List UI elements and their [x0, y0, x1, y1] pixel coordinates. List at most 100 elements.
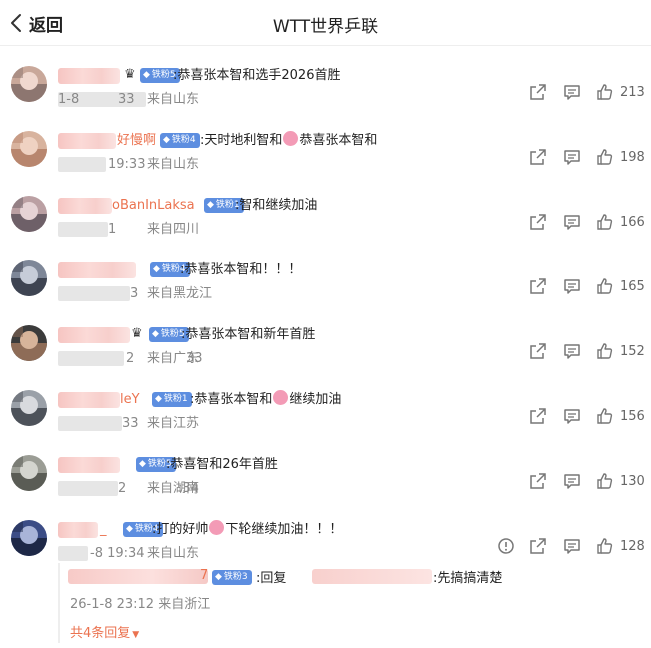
comment-location: 来自湖南: [147, 481, 200, 496]
avatar[interactable]: [11, 455, 47, 491]
comment-location: 来自黑龙江: [147, 286, 213, 301]
share-icon: [529, 84, 547, 105]
comment-time: -8 19:34: [90, 546, 145, 561]
comment-button[interactable]: [563, 277, 583, 297]
caret-down-icon: ▼: [132, 630, 140, 640]
share-icon: [529, 408, 547, 429]
reply-time: 26-1-8 23:12: [70, 597, 155, 612]
comment-location: 来自江苏: [147, 416, 200, 431]
like-button[interactable]: [596, 148, 616, 168]
fan-badge[interactable]: ◆ 铁粉1: [152, 392, 192, 407]
page-title: WTT世界乒联: [272, 17, 379, 37]
reply-username[interactable]: 7: [200, 568, 208, 583]
username-blurred[interactable]: [58, 133, 116, 149]
fan-badge-label: 铁粉4: [171, 135, 196, 145]
like-count: 166: [620, 215, 645, 230]
avatar[interactable]: [11, 66, 47, 102]
username[interactable]: oBanInLaksa: [112, 198, 195, 214]
avatar[interactable]: [11, 390, 47, 426]
comment-text-content: :恭喜张本智和新年首胜: [181, 327, 316, 342]
share-button[interactable]: [529, 148, 549, 168]
comment-text-content: :恭喜智和26年首胜: [166, 457, 278, 472]
share-icon: [529, 214, 547, 235]
username[interactable]: leY: [120, 392, 140, 408]
avatar[interactable]: [11, 325, 47, 361]
like-button[interactable]: [596, 342, 616, 362]
like-button[interactable]: [596, 213, 616, 233]
reply-location: 来自浙江: [158, 597, 211, 612]
share-button[interactable]: [529, 407, 549, 427]
comment-time: 1: [108, 222, 117, 237]
comment-text: :天时地利智和 恭喜张本智和: [200, 131, 377, 150]
comment-button[interactable]: [563, 537, 583, 557]
like-button[interactable]: [596, 472, 616, 492]
username-blurred[interactable]: [58, 327, 130, 343]
avatar[interactable]: [11, 196, 47, 232]
reply-target-blurred[interactable]: [312, 569, 432, 584]
comment-button[interactable]: [563, 148, 583, 168]
thumbs-up-icon: [596, 84, 614, 105]
comment-button[interactable]: [563, 83, 583, 103]
like-button[interactable]: [596, 277, 616, 297]
like-count: 213: [620, 85, 645, 100]
comment-time: 33: [122, 416, 139, 431]
like-button[interactable]: [596, 83, 616, 103]
diamond-icon: ◆: [207, 200, 214, 210]
avatar[interactable]: [11, 131, 47, 167]
avatar[interactable]: [11, 520, 47, 556]
diamond-icon: ◆: [139, 459, 146, 469]
share-button[interactable]: [529, 213, 549, 233]
comment-time: 2: [126, 351, 135, 366]
comment-button[interactable]: [563, 472, 583, 492]
fan-badge[interactable]: ◆ 铁粉4: [160, 133, 200, 148]
comment-button[interactable]: [563, 407, 583, 427]
username-blurred[interactable]: [58, 522, 98, 538]
like-count: 128: [620, 539, 645, 554]
comment-text-content: :智和继续加油: [235, 198, 318, 213]
comment-text-part2: 继续加油: [289, 392, 342, 407]
diamond-icon: ◆: [152, 329, 159, 339]
reply-username-blurred[interactable]: [68, 569, 208, 584]
username-blurred[interactable]: [58, 68, 120, 84]
reply-fan-badge[interactable]: ◆ 铁粉3: [212, 570, 252, 585]
comment-text-part2: 恭喜张本智和: [299, 133, 378, 148]
comment-text-content: :恭喜张本智和！！！: [180, 262, 302, 277]
comment-time: 3: [130, 286, 139, 301]
like-button[interactable]: [596, 407, 616, 427]
fan-badge-label: 铁粉1: [163, 394, 188, 404]
username[interactable]: _: [100, 522, 107, 538]
more-replies-link[interactable]: 共4条回复 ▼: [70, 622, 139, 641]
share-button[interactable]: [529, 83, 549, 103]
username-blurred[interactable]: [58, 457, 120, 473]
thumbs-up-icon: [596, 149, 614, 170]
share-button[interactable]: [529, 342, 549, 362]
comment-icon: [563, 344, 581, 364]
username[interactable]: 好慢啊: [117, 133, 156, 149]
comment-button[interactable]: [563, 342, 583, 362]
emoji-icon: [273, 390, 289, 405]
comment-button[interactable]: [563, 213, 583, 233]
username-blurred[interactable]: [58, 262, 136, 278]
like-count: 130: [620, 474, 645, 489]
like-count: 152: [620, 344, 645, 359]
comment-text-content: :恭喜张本智和选手2026首胜: [173, 68, 341, 83]
comment-item: ◆ 铁粉4:恭喜张本智和！！！ 3 来自黑龙江 165: [0, 250, 651, 315]
comment-location: 来自广东: [147, 351, 200, 366]
report-button[interactable]: [497, 537, 517, 557]
share-button[interactable]: [529, 472, 549, 492]
share-button[interactable]: [529, 537, 549, 557]
username-blurred[interactable]: [58, 392, 120, 408]
like-count: 165: [620, 279, 645, 294]
comment-text-part1: :打的好帅: [152, 522, 209, 537]
diamond-icon: ◆: [155, 394, 162, 404]
reply-meta: 26-1-8 23:12 来自浙江: [70, 593, 210, 612]
comment-item: ♛ ◆ 铁粉5:恭喜张本智和选手2026首胜 1-8 33 来自山东 213: [0, 56, 651, 121]
username-blurred[interactable]: [58, 198, 112, 214]
like-button[interactable]: [596, 537, 616, 557]
avatar[interactable]: [11, 260, 47, 296]
comment-icon: [563, 279, 581, 299]
more-replies-label: 共4条回复: [70, 626, 131, 641]
share-button[interactable]: [529, 277, 549, 297]
thumbs-up-icon: [596, 408, 614, 429]
thumbs-up-icon: [596, 278, 614, 299]
